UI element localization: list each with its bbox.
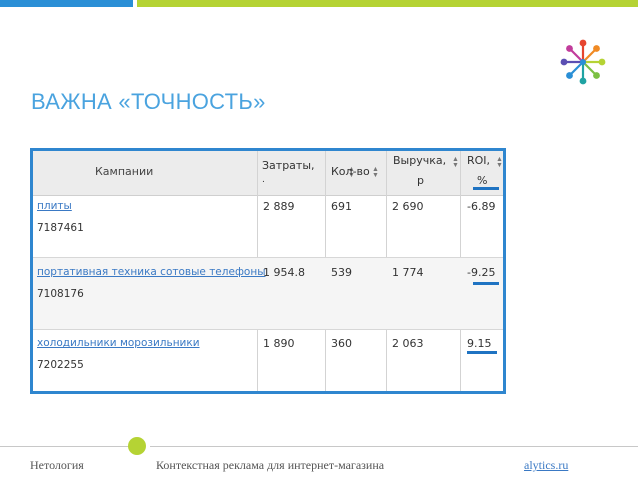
footer-brand: Нетология bbox=[30, 458, 84, 472]
campaign-link[interactable]: холодильники морозильники bbox=[37, 337, 200, 349]
table-header-row: Кампании Затраты, . ▲ ▼ Кол-во ▲ ▼ Выручка… bbox=[33, 151, 503, 196]
footer-divider bbox=[0, 446, 130, 447]
header-quantity[interactable]: Кол-во bbox=[331, 165, 370, 178]
roi-value: -9.25 bbox=[467, 266, 496, 279]
footer-divider bbox=[150, 446, 638, 447]
top-accent-bar-green bbox=[137, 0, 638, 7]
roi-header-underline bbox=[473, 187, 499, 190]
quantity-value: 539 bbox=[331, 266, 352, 279]
header-revenue-unit: р bbox=[417, 174, 424, 187]
footer-site-link[interactable]: alytics.ru bbox=[524, 458, 568, 473]
campaign-link[interactable]: плиты bbox=[37, 200, 72, 212]
header-roi-unit: % bbox=[477, 174, 488, 187]
header-campaigns[interactable]: Кампании bbox=[95, 165, 153, 178]
revenue-value: 2 063 bbox=[392, 337, 424, 350]
header-cost-mark: . bbox=[262, 175, 265, 185]
roi-value: 9.15 bbox=[467, 337, 492, 350]
header-revenue[interactable]: Выручка, bbox=[393, 154, 446, 167]
footer-accent-dot bbox=[128, 437, 146, 455]
table-row: портативная техника сотовые телефоны 710… bbox=[33, 258, 503, 330]
campaign-id: 7187461 bbox=[37, 222, 84, 234]
campaign-id: 7108176 bbox=[37, 288, 84, 300]
cost-value: 1 890 bbox=[263, 337, 295, 350]
quantity-value: 691 bbox=[331, 200, 352, 213]
cost-value: 1 954.8 bbox=[263, 266, 305, 279]
top-accent-bar-blue bbox=[0, 0, 133, 7]
campaign-table: Кампании Затраты, . ▲ ▼ Кол-во ▲ ▼ Выручка… bbox=[30, 148, 506, 394]
roi-value: -6.89 bbox=[467, 200, 496, 213]
table-row: холодильники морозильники 7202255 1 890 … bbox=[33, 330, 503, 391]
cost-value: 2 889 bbox=[263, 200, 295, 213]
revenue-value: 1 774 bbox=[392, 266, 424, 279]
campaign-id: 7202255 bbox=[37, 359, 84, 371]
footer-course-title: Контекстная реклама для интернет-магазин… bbox=[156, 458, 385, 472]
roi-highlight-underline bbox=[473, 282, 499, 285]
slide-title: ВАЖНА «ТОЧНОСТЬ» bbox=[31, 89, 266, 114]
table-row: плиты 7187461 2 889 691 2 690 -6.89 bbox=[33, 196, 503, 258]
alytics-logo-icon bbox=[560, 39, 606, 85]
header-roi[interactable]: ROI, bbox=[467, 154, 490, 167]
campaign-link[interactable]: портативная техника сотовые телефоны bbox=[37, 266, 266, 278]
quantity-value: 360 bbox=[331, 337, 352, 350]
sort-arrows-icon[interactable]: ▲ ▼ bbox=[372, 166, 379, 179]
sort-arrows-icon[interactable]: ▲ ▼ bbox=[496, 156, 503, 169]
roi-highlight-underline bbox=[467, 351, 497, 354]
revenue-value: 2 690 bbox=[392, 200, 424, 213]
header-cost[interactable]: Затраты, bbox=[262, 159, 315, 172]
sort-arrows-icon[interactable]: ▲ ▼ bbox=[452, 156, 459, 169]
